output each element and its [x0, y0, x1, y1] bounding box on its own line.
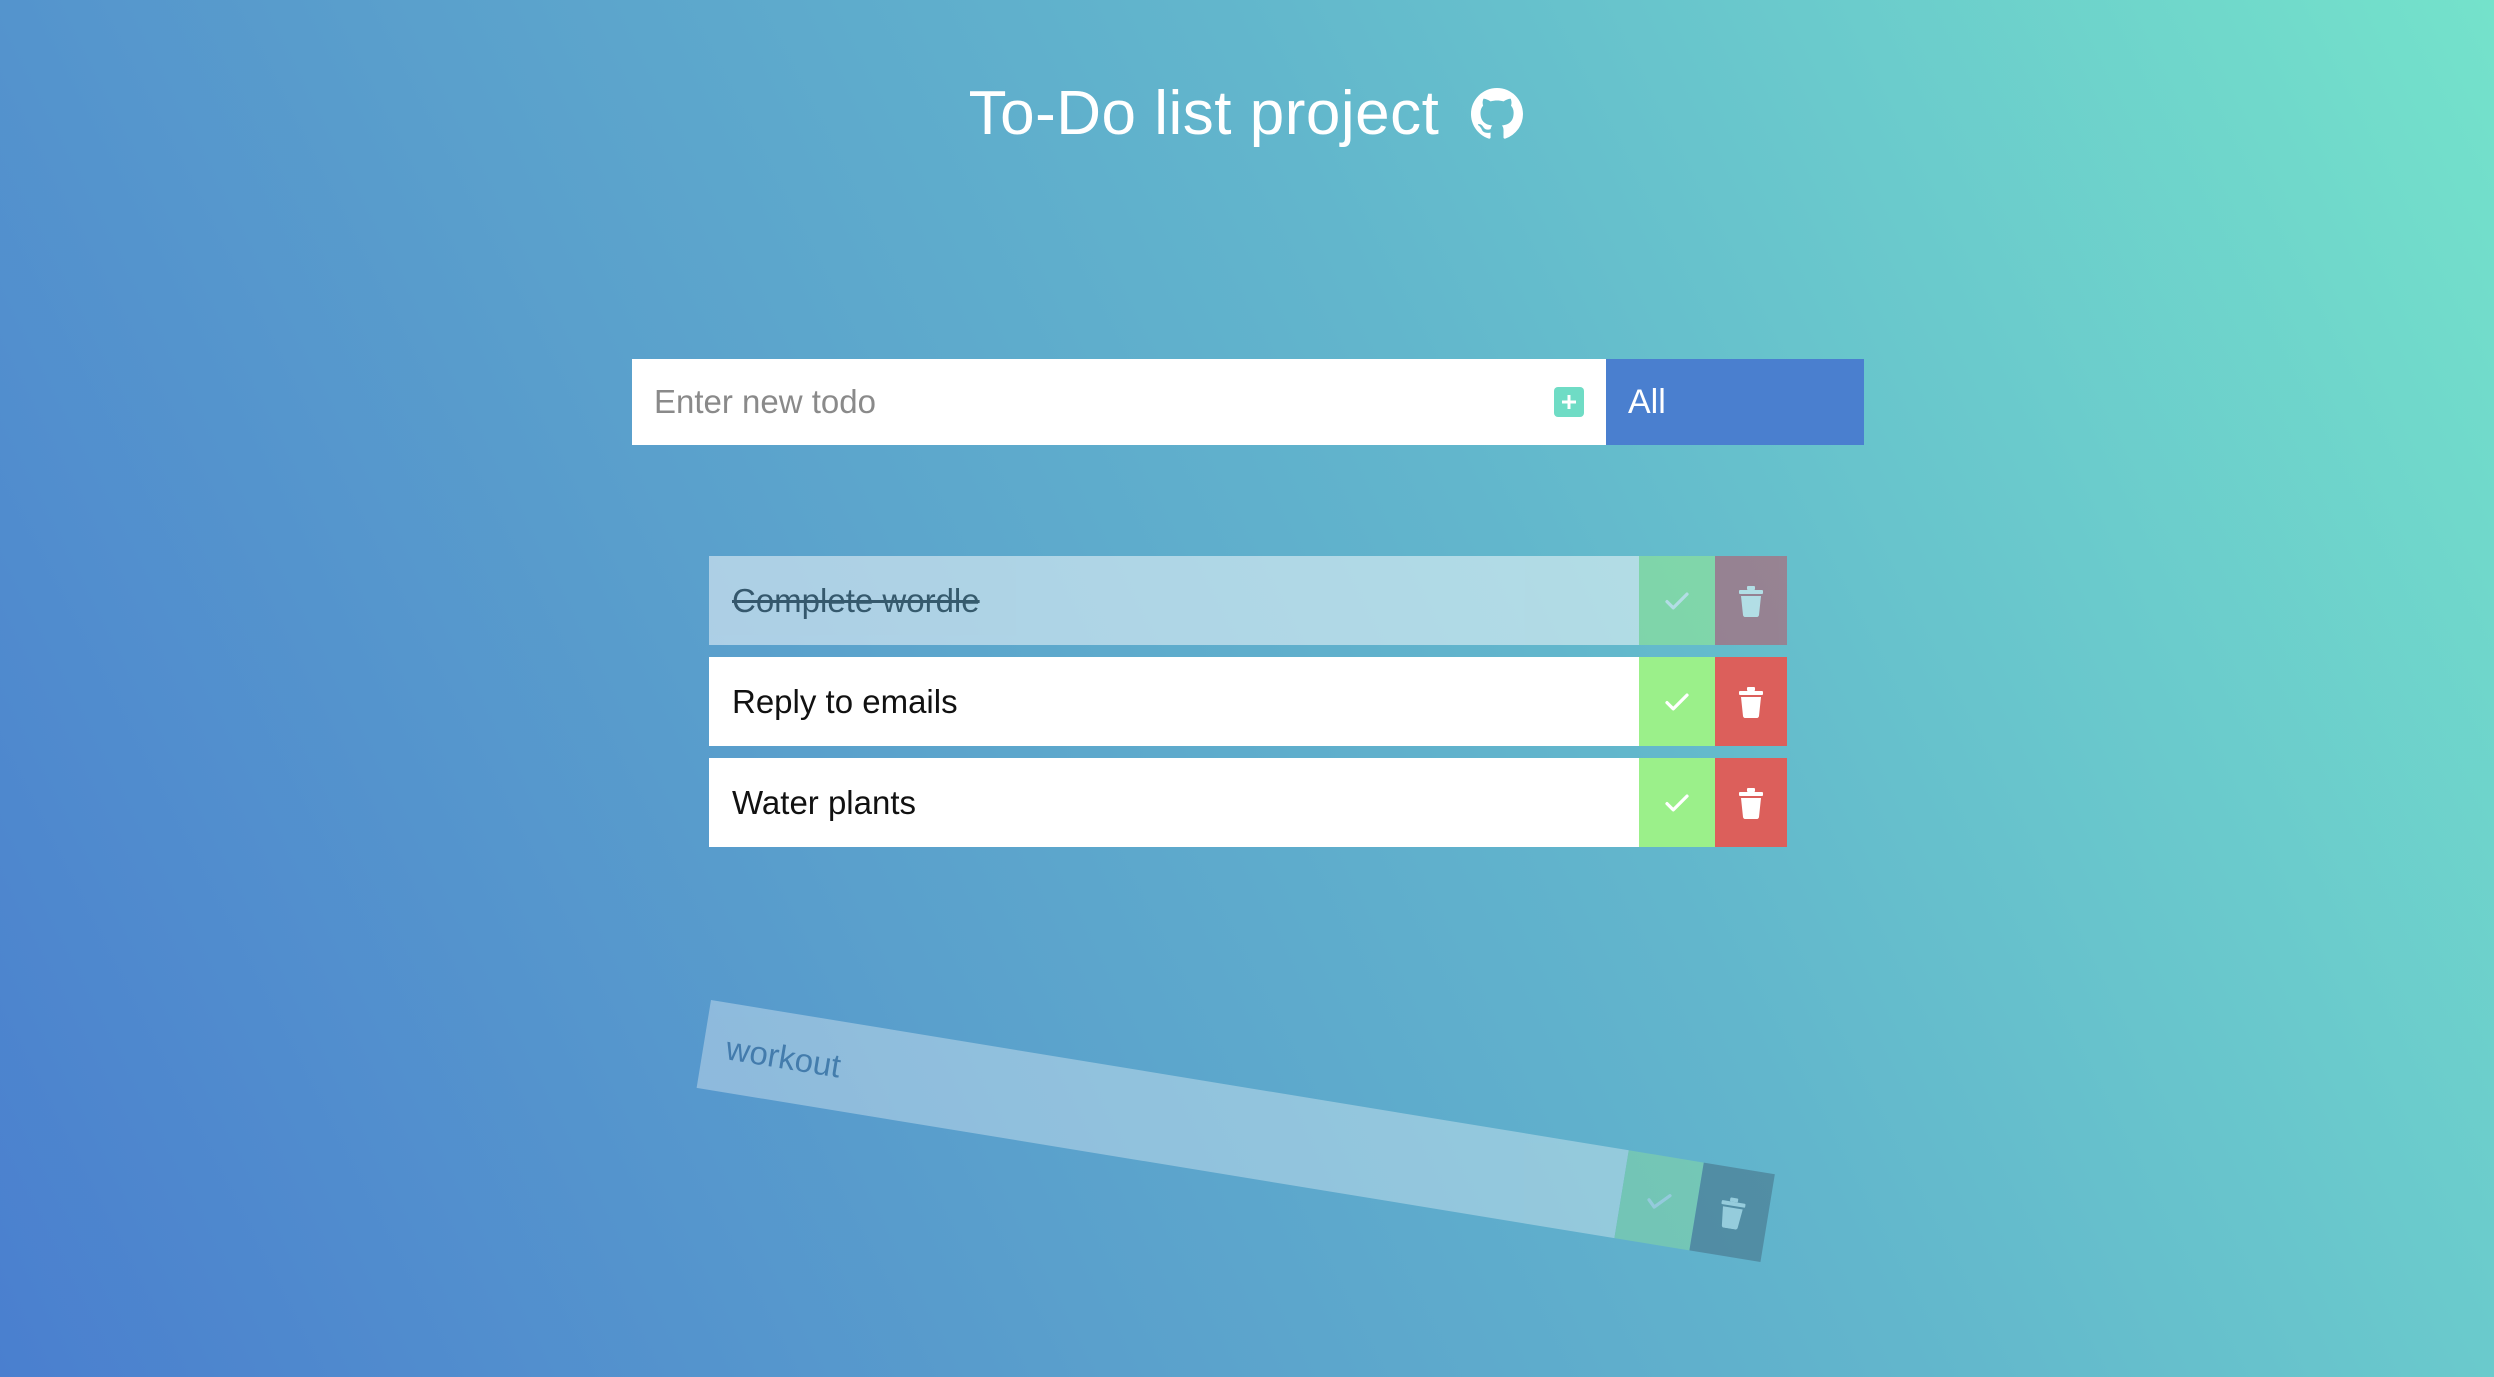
todo-input-wrapper	[632, 359, 1606, 445]
check-icon	[1665, 592, 1689, 609]
add-todo-button[interactable]	[1554, 387, 1584, 417]
page-title: To-Do list project	[968, 79, 1440, 148]
todo-item: Complete wordle	[709, 556, 1787, 645]
removing-todo-item: workout	[696, 1000, 1775, 1263]
filter-selected-label: All	[1628, 382, 1666, 421]
complete-button[interactable]	[1639, 556, 1715, 645]
todo-text-wrapper: Water plants	[709, 758, 1639, 847]
todo-item: Water plants	[709, 758, 1787, 847]
todo-text-wrapper: workout	[696, 1000, 1629, 1239]
complete-button[interactable]	[1639, 758, 1715, 847]
trash-icon	[1721, 1197, 1746, 1230]
delete-button[interactable]	[1715, 758, 1787, 847]
github-icon[interactable]	[1469, 86, 1525, 142]
todo-text: Complete wordle	[732, 581, 980, 619]
todo-item: Reply to emails	[709, 657, 1787, 746]
complete-button[interactable]	[1614, 1150, 1704, 1251]
check-icon	[1647, 1193, 1672, 1209]
todo-input[interactable]	[632, 359, 1606, 445]
todo-text: Reply to emails	[732, 682, 958, 720]
todo-text-wrapper: Reply to emails	[709, 657, 1639, 746]
todo-text: Water plants	[732, 783, 917, 821]
trash-icon	[1739, 686, 1763, 718]
filter-select[interactable]: All	[1606, 359, 1864, 445]
complete-button[interactable]	[1639, 657, 1715, 746]
delete-button[interactable]	[1715, 657, 1787, 746]
check-icon	[1665, 794, 1689, 811]
check-icon	[1665, 693, 1689, 710]
todo-form: All	[632, 359, 1864, 445]
todo-list: Complete wordle Reply to emails Water pl…	[709, 556, 1787, 859]
header: To-Do list project	[0, 78, 2494, 149]
delete-button[interactable]	[1715, 556, 1787, 645]
todo-text: workout	[723, 1028, 844, 1085]
delete-button[interactable]	[1689, 1162, 1775, 1263]
plus-square-icon	[1562, 395, 1576, 409]
todo-text-wrapper: Complete wordle	[709, 556, 1639, 645]
trash-icon	[1739, 787, 1763, 819]
trash-icon	[1739, 585, 1763, 617]
